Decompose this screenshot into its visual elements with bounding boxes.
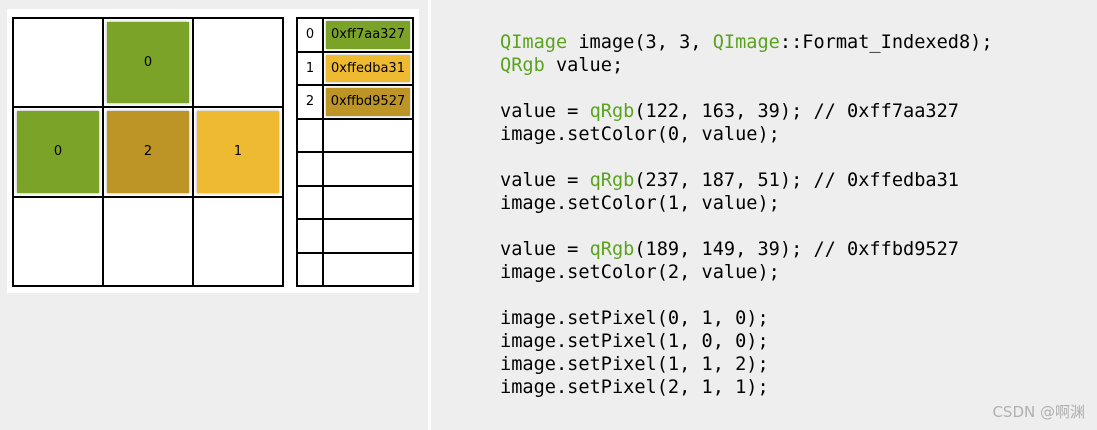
code-keyword: QImage: [500, 32, 568, 53]
color-table-entry: [324, 119, 414, 153]
code-keyword: QImage: [712, 32, 780, 53]
pixel-cell: [104, 197, 194, 287]
color-table-index: 0: [298, 19, 324, 53]
watermark: CSDN @啊渊: [992, 403, 1085, 421]
code-text: image(3, 3,: [567, 32, 713, 53]
code-line: QImage image(3, 3, QImage::Format_Indexe…: [500, 31, 993, 54]
pixel-cell: 0: [104, 19, 194, 109]
code-text: ::Format_Indexed8);: [779, 32, 993, 53]
color-table-entry: 0xffedba31: [324, 52, 414, 86]
pixel-swatch: 2: [107, 111, 189, 193]
code-text: image.setPixel(1, 0, 0);: [500, 331, 769, 352]
color-table-index: 1: [298, 52, 324, 86]
code-line: value = qRgb(189, 149, 39); // 0xffbd952…: [500, 238, 993, 261]
color-table-index: [298, 119, 324, 153]
code-line: image.setPixel(2, 1, 1);: [500, 376, 993, 399]
code-panel: QImage image(3, 3, QImage::Format_Indexe…: [431, 0, 1097, 430]
code-text: image.setColor(0, value);: [500, 124, 780, 145]
code-line: image.setColor(1, value);: [500, 192, 993, 215]
code-keyword: qRgb: [589, 170, 635, 191]
code-line: QRgb value;: [500, 54, 993, 77]
code-text: value;: [544, 55, 624, 76]
color-swatch: 0xffbd9527: [326, 88, 410, 116]
code-line: image.setColor(2, value);: [500, 261, 993, 284]
pixel-cell: 1: [194, 108, 284, 198]
color-table-index: 2: [298, 86, 324, 120]
code-line: image.setPixel(0, 1, 0);: [500, 307, 993, 330]
code-text: (237, 187, 51); // 0xffedba31: [634, 170, 959, 191]
code-line: image.setPixel(1, 0, 0);: [500, 330, 993, 353]
color-table-entry: 0xff7aa327: [324, 19, 414, 53]
color-swatch: 0xff7aa327: [326, 21, 410, 49]
code-keyword: qRgb: [589, 101, 635, 122]
code-line: image.setColor(0, value);: [500, 123, 993, 146]
color-swatch: 0xffedba31: [326, 54, 410, 82]
color-table-entry: 0xffbd9527: [324, 86, 414, 120]
code-text: image.setPixel(2, 1, 1);: [500, 377, 769, 398]
code-text: value =: [500, 170, 590, 191]
pixel-swatch: 0: [107, 22, 189, 104]
pixel-cell: [194, 197, 284, 287]
color-table: 0 0xff7aa327 1 0xffedba31 2 0xffbd9527: [296, 17, 414, 287]
code-text: image.setColor(1, value);: [500, 193, 780, 214]
diagram-panel: 0021 0 0xff7aa327 1 0xffedba31 2 0xffbd9527: [0, 0, 428, 430]
pixel-swatch: 0: [17, 111, 99, 193]
pixel-cell: [14, 19, 104, 109]
color-table-index: [298, 253, 324, 287]
color-table-index: [298, 153, 324, 187]
code-text: (189, 149, 39); // 0xffbd9527: [634, 239, 959, 260]
color-table-entry: [324, 186, 414, 220]
code-line: image.setPixel(1, 1, 2);: [500, 353, 993, 376]
pixel-swatch: 1: [197, 111, 279, 193]
code-text: value =: [500, 239, 590, 260]
code-text: value =: [500, 101, 590, 122]
code-line: value = qRgb(122, 163, 39); // 0xff7aa32…: [500, 100, 993, 123]
pixel-cell: [194, 19, 284, 109]
code-text: image.setPixel(0, 1, 0);: [500, 308, 769, 329]
pixel-cell: 2: [104, 108, 194, 198]
code-keyword: qRgb: [589, 239, 635, 260]
pixel-cell: [14, 197, 104, 287]
color-table-entry: [324, 220, 414, 254]
code-line: value = qRgb(237, 187, 51); // 0xffedba3…: [500, 169, 993, 192]
code-text: image.setColor(2, value);: [500, 262, 780, 283]
code-text: image.setPixel(1, 1, 2);: [500, 354, 769, 375]
code-keyword: QRgb: [500, 55, 545, 76]
color-table-entry: [324, 253, 414, 287]
pixel-grid: 0021: [12, 17, 284, 287]
code-text: (122, 163, 39); // 0xff7aa327: [634, 101, 959, 122]
color-table-index: [298, 186, 324, 220]
pixel-cell: 0: [14, 108, 104, 198]
code-block: QImage image(3, 3, QImage::Format_Indexe…: [500, 31, 993, 399]
color-table-index: [298, 220, 324, 254]
color-table-entry: [324, 153, 414, 187]
